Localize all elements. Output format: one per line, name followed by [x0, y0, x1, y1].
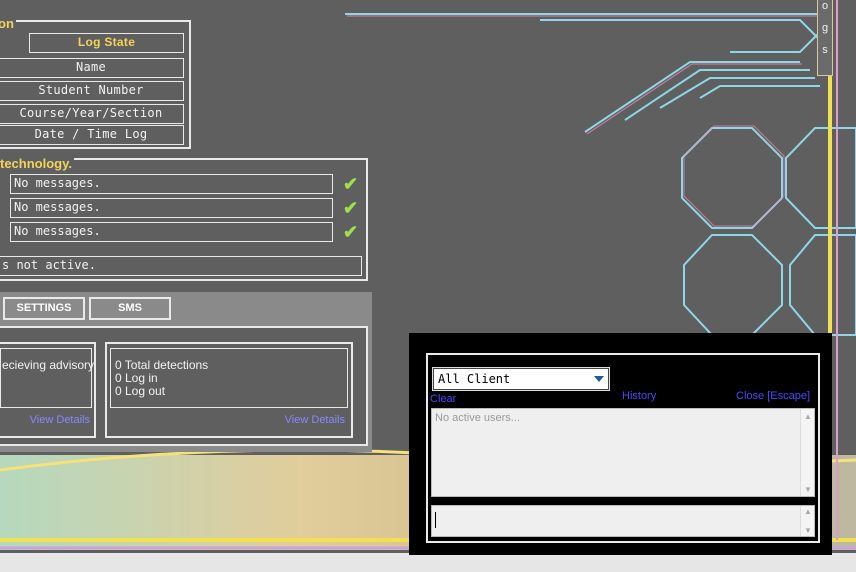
message-field-3: No messages.	[10, 222, 333, 242]
logs-tab-label: o g s	[819, 0, 831, 55]
check-icon-2: ✔	[343, 198, 359, 218]
message-field-2: No messages.	[10, 198, 333, 218]
clear-link[interactable]: Clear	[430, 393, 456, 405]
advisory-view-details-link[interactable]: View Details	[30, 414, 90, 426]
detections-card: 0 Total detections 0 Log in 0 Log out Vi…	[105, 342, 353, 438]
message-input[interactable]: ▲ ▼	[431, 505, 815, 537]
scroll-down-icon[interactable]: ▼	[804, 485, 812, 494]
check-icon-1: ✔	[343, 174, 359, 194]
advisory-card: ecieving advisory View Details	[0, 342, 96, 438]
check-icon-3: ✔	[343, 222, 359, 242]
client-chat-window: All Client Clear History Close [Escape] …	[409, 333, 832, 555]
advisory-text: ecieving advisory	[2, 358, 95, 372]
date-time-log-field: Date / Time Log	[0, 125, 184, 145]
lower-panel: SETTINGS SMS ecieving advisory View Deta…	[0, 292, 372, 452]
student-number-field: Student Number	[0, 81, 184, 101]
detections-view-details-link[interactable]: View Details	[285, 414, 345, 426]
client-select[interactable]: All Client	[433, 368, 609, 390]
text-cursor	[435, 512, 436, 528]
client-select-value: All Client	[438, 372, 511, 386]
student-info-panel: on Log State Name Student Number Course/…	[0, 16, 191, 149]
log-state-label: Log State	[29, 33, 184, 53]
technology-heading: technology.	[0, 156, 74, 171]
detections-inner: 0 Total detections 0 Log in 0 Log out	[110, 348, 348, 408]
status-field: s not active.	[0, 256, 362, 276]
close-escape-link[interactable]: Close [Escape]	[736, 390, 810, 402]
panel-heading: on	[0, 16, 16, 31]
active-users-list[interactable]: No active users... ▲ ▼	[431, 408, 815, 497]
scroll-up-icon[interactable]: ▲	[804, 412, 812, 421]
client-chat-frame: All Client Clear History Close [Escape] …	[426, 353, 820, 543]
history-link[interactable]: History	[622, 390, 656, 402]
input-scroll-up-icon[interactable]: ▲	[804, 507, 812, 516]
message-field-1: No messages.	[10, 174, 333, 194]
logs-tab[interactable]: o g s	[817, 0, 833, 76]
log-out-count: 0 Log out	[115, 384, 166, 398]
input-scroll-down-icon[interactable]: ▼	[804, 526, 812, 535]
course-year-section-field: Course/Year/Section	[0, 104, 184, 124]
advisory-inner: ecieving advisory	[0, 348, 95, 408]
name-field: Name	[0, 58, 184, 78]
chevron-down-icon	[594, 376, 604, 382]
sms-button[interactable]: SMS	[89, 297, 171, 320]
settings-button[interactable]: SETTINGS	[3, 297, 85, 320]
messages-panel: technology. No messages. ✔ No messages. …	[0, 156, 368, 281]
tab-content: ecieving advisory View Details 0 Total d…	[0, 326, 368, 446]
input-scrollbar[interactable]: ▲ ▼	[800, 506, 814, 536]
active-users-placeholder: No active users...	[435, 412, 520, 424]
users-scrollbar[interactable]: ▲ ▼	[800, 409, 814, 496]
